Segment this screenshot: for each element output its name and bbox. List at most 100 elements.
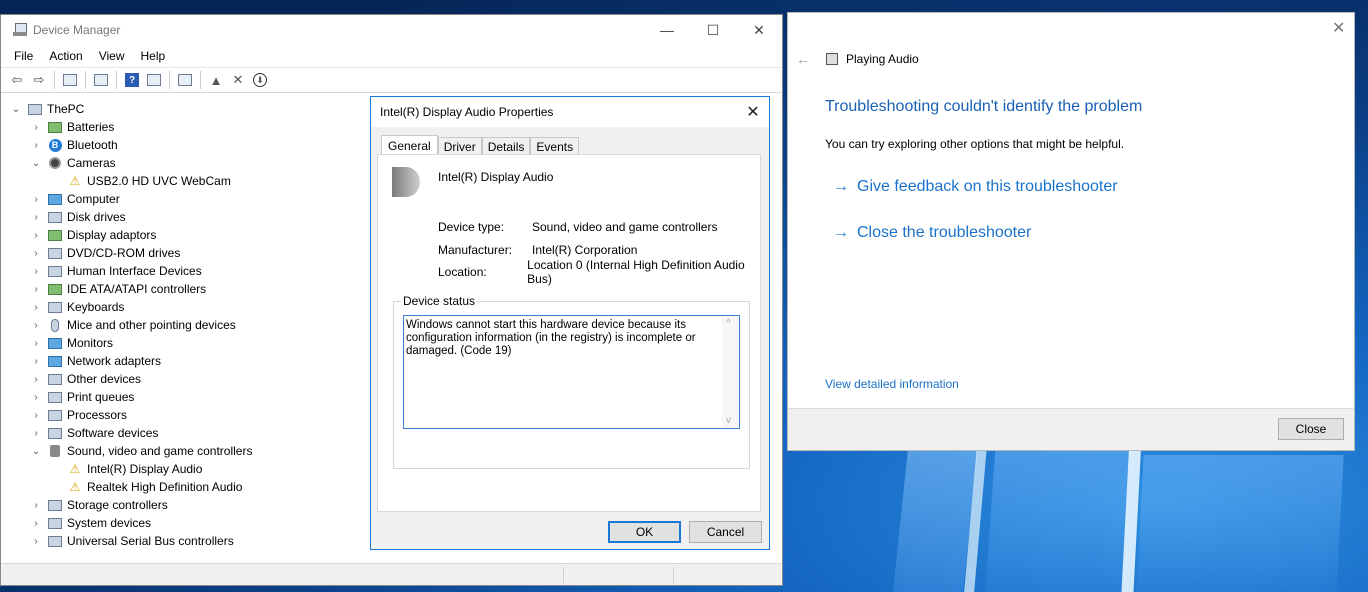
chevron-right-icon[interactable]: › bbox=[29, 302, 43, 313]
troubleshooter-close-icon[interactable]: ✕ bbox=[1332, 18, 1348, 38]
give-feedback-link[interactable]: → Give feedback on this troubleshooter bbox=[833, 178, 1118, 196]
chevron-right-icon[interactable]: › bbox=[29, 428, 43, 439]
property-row: Location: Location 0 (Internal High Defi… bbox=[438, 258, 760, 286]
chevron-right-icon[interactable]: › bbox=[29, 356, 43, 367]
tree-item-label: Batteries bbox=[67, 120, 115, 134]
view-detailed-information-link[interactable]: View detailed information bbox=[825, 377, 959, 391]
forward-arrow-icon[interactable]: ⇨ bbox=[29, 70, 49, 90]
maximize-button[interactable]: ☐ bbox=[690, 15, 736, 45]
chevron-down-icon[interactable]: ⌄ bbox=[9, 104, 23, 115]
dialog-close-icon[interactable]: ✕ bbox=[737, 97, 769, 127]
tab-details[interactable]: Details bbox=[481, 137, 531, 155]
chevron-right-icon[interactable]: › bbox=[29, 194, 43, 205]
tree-item[interactable]: ⌄ ThePC bbox=[1, 100, 369, 118]
hid-icon bbox=[47, 264, 63, 278]
tree-item[interactable]: ⚠ Intel(R) Display Audio bbox=[1, 460, 369, 478]
menu-action[interactable]: Action bbox=[41, 49, 90, 63]
device-header: Intel(R) Display Audio bbox=[392, 167, 553, 197]
chevron-right-icon[interactable]: › bbox=[29, 266, 43, 277]
computer-icon bbox=[27, 102, 43, 116]
properties-icon[interactable] bbox=[60, 70, 80, 90]
tree-item[interactable]: ⌄ Cameras bbox=[1, 154, 369, 172]
tree-item[interactable]: › Universal Serial Bus controllers bbox=[1, 532, 369, 550]
toolbar-separator bbox=[116, 71, 117, 89]
chevron-right-icon[interactable]: › bbox=[29, 338, 43, 349]
tree-item[interactable]: › Keyboards bbox=[1, 298, 369, 316]
property-list: Device type: Sound, video and game contr… bbox=[438, 216, 760, 286]
chevron-right-icon[interactable]: › bbox=[29, 374, 43, 385]
device-status-textbox[interactable]: Windows cannot start this hardware devic… bbox=[403, 315, 740, 429]
tree-item[interactable]: › Disk drives bbox=[1, 208, 369, 226]
ok-button[interactable]: OK bbox=[608, 521, 681, 543]
view-icon[interactable] bbox=[144, 70, 164, 90]
menu-help[interactable]: Help bbox=[133, 49, 174, 63]
troubleshooter-footer: Close bbox=[788, 408, 1354, 450]
update-driver-icon[interactable]: ▲ bbox=[206, 70, 226, 90]
uninstall-icon[interactable]: ✕ bbox=[228, 70, 248, 90]
audio-troubleshooter-icon bbox=[826, 53, 838, 65]
network-icon bbox=[47, 354, 63, 368]
other-devices-icon bbox=[47, 372, 63, 386]
chevron-down-icon[interactable]: ⌄ bbox=[29, 446, 43, 457]
troubleshooter-close-button[interactable]: Close bbox=[1278, 418, 1344, 440]
tree-item[interactable]: › Network adapters bbox=[1, 352, 369, 370]
chevron-right-icon[interactable]: › bbox=[29, 122, 43, 133]
scan-hardware-icon[interactable] bbox=[175, 70, 195, 90]
device-tree: ⌄ ThePC › Batteries › B Bluetooth ⌄ Cameras ⚠ USB2… bbox=[1, 100, 369, 560]
close-troubleshooter-link[interactable]: → Close the troubleshooter bbox=[833, 224, 1031, 242]
tree-item[interactable]: › B Bluetooth bbox=[1, 136, 369, 154]
chevron-right-icon[interactable]: › bbox=[29, 212, 43, 223]
back-arrow-icon[interactable]: ⇦ bbox=[7, 70, 27, 90]
close-troubleshooter-label: Close the troubleshooter bbox=[857, 224, 1032, 241]
tree-item[interactable]: › Software devices bbox=[1, 424, 369, 442]
help-icon[interactable]: ? bbox=[122, 70, 142, 90]
dialog-title-bar[interactable]: Intel(R) Display Audio Properties bbox=[371, 97, 769, 127]
status-scrollbar[interactable] bbox=[722, 317, 738, 427]
tree-item[interactable]: ⌄ Sound, video and game controllers bbox=[1, 442, 369, 460]
chevron-right-icon[interactable]: › bbox=[29, 518, 43, 529]
device-status-group: Device status Windows cannot start this … bbox=[393, 294, 750, 469]
tree-item[interactable]: › Other devices bbox=[1, 370, 369, 388]
tree-item[interactable]: › IDE ATA/ATAPI controllers bbox=[1, 280, 369, 298]
minimize-button[interactable]: — bbox=[644, 15, 690, 45]
ide-icon bbox=[47, 282, 63, 296]
tree-item[interactable]: › Processors bbox=[1, 406, 369, 424]
tab-driver[interactable]: Driver bbox=[437, 137, 482, 155]
tree-item[interactable]: ⚠ USB2.0 HD UVC WebCam bbox=[1, 172, 369, 190]
chevron-down-icon[interactable]: ⌄ bbox=[29, 158, 43, 169]
tree-item[interactable]: › Monitors bbox=[1, 334, 369, 352]
chevron-right-icon[interactable]: › bbox=[29, 536, 43, 547]
tree-item-label: IDE ATA/ATAPI controllers bbox=[67, 282, 207, 296]
chevron-right-icon[interactable]: › bbox=[29, 230, 43, 241]
tree-item[interactable]: › Batteries bbox=[1, 118, 369, 136]
chevron-right-icon[interactable]: › bbox=[29, 320, 43, 331]
chevron-right-icon[interactable]: › bbox=[29, 248, 43, 259]
chevron-right-icon[interactable]: › bbox=[29, 284, 43, 295]
tree-item-label: Network adapters bbox=[67, 354, 162, 368]
tab-events[interactable]: Events bbox=[530, 137, 580, 155]
tree-item-label: Storage controllers bbox=[67, 498, 168, 512]
menu-file[interactable]: File bbox=[6, 49, 41, 63]
close-button[interactable]: ✕ bbox=[736, 15, 782, 45]
tree-item[interactable]: › Display adaptors bbox=[1, 226, 369, 244]
tree-item[interactable]: ⚠ Realtek High Definition Audio bbox=[1, 478, 369, 496]
menu-view[interactable]: View bbox=[91, 49, 133, 63]
warning-icon: ⚠ bbox=[69, 462, 81, 476]
cancel-button[interactable]: Cancel bbox=[689, 521, 762, 543]
list-icon[interactable] bbox=[91, 70, 111, 90]
tree-item[interactable]: › Human Interface Devices bbox=[1, 262, 369, 280]
chevron-right-icon[interactable]: › bbox=[29, 140, 43, 151]
download-icon[interactable]: ⬇ bbox=[250, 70, 270, 90]
tree-item[interactable]: › Storage controllers bbox=[1, 496, 369, 514]
back-arrow-icon[interactable]: ← bbox=[796, 51, 816, 67]
tree-item[interactable]: › System devices bbox=[1, 514, 369, 532]
chevron-right-icon[interactable]: › bbox=[29, 392, 43, 403]
tree-item[interactable]: › Print queues bbox=[1, 388, 369, 406]
tree-item[interactable]: › Mice and other pointing devices bbox=[1, 316, 369, 334]
chevron-right-icon[interactable]: › bbox=[29, 500, 43, 511]
tab-general[interactable]: General bbox=[381, 135, 438, 155]
tree-item[interactable]: › DVD/CD-ROM drives bbox=[1, 244, 369, 262]
tree-item[interactable]: › Computer bbox=[1, 190, 369, 208]
chevron-right-icon[interactable]: › bbox=[29, 410, 43, 421]
tree-item-label: DVD/CD-ROM drives bbox=[67, 246, 181, 260]
